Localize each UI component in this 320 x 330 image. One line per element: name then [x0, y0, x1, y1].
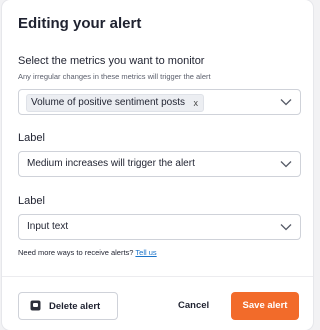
metrics-label: Select the metrics you want to monitor	[18, 55, 205, 67]
chevron-down-icon[interactable]	[280, 98, 292, 106]
chevron-down-icon[interactable]	[280, 223, 292, 231]
more-ways-text: Need more ways to receive alerts? Tell u…	[18, 248, 157, 257]
footer-divider	[2, 276, 313, 277]
label1-label: Label	[18, 132, 45, 144]
label2-placeholder: Input text	[27, 221, 69, 232]
chevron-down-icon[interactable]	[280, 160, 292, 168]
metric-chip: Volume of positive sentiment posts x	[26, 94, 204, 112]
tell-us-link[interactable]: Tell us	[135, 248, 156, 257]
metrics-hint: Any irregular changes in these metrics w…	[18, 72, 211, 81]
label1-value: Medium increases will trigger the alert	[27, 158, 195, 169]
metric-chip-label: Volume of positive sentiment posts	[31, 97, 185, 108]
cancel-button[interactable]: Cancel	[178, 300, 209, 311]
delete-alert-label: Delete alert	[49, 301, 101, 312]
remove-chip-icon[interactable]: x	[193, 95, 198, 111]
delete-alert-button[interactable]: Delete alert	[18, 292, 118, 320]
label2-label: Label	[18, 195, 45, 207]
edit-alert-dialog: Editing your alert Select the metrics yo…	[2, 0, 313, 330]
more-ways-question: Need more ways to receive alerts?	[18, 248, 134, 257]
dialog-title: Editing your alert	[18, 15, 142, 32]
label1-select[interactable]: Medium increases will trigger the alert	[18, 151, 301, 177]
metrics-select[interactable]: Volume of positive sentiment posts x	[18, 89, 301, 115]
label2-input[interactable]: Input text	[18, 214, 301, 240]
delete-icon	[30, 300, 41, 311]
save-alert-button[interactable]: Save alert	[231, 292, 299, 320]
